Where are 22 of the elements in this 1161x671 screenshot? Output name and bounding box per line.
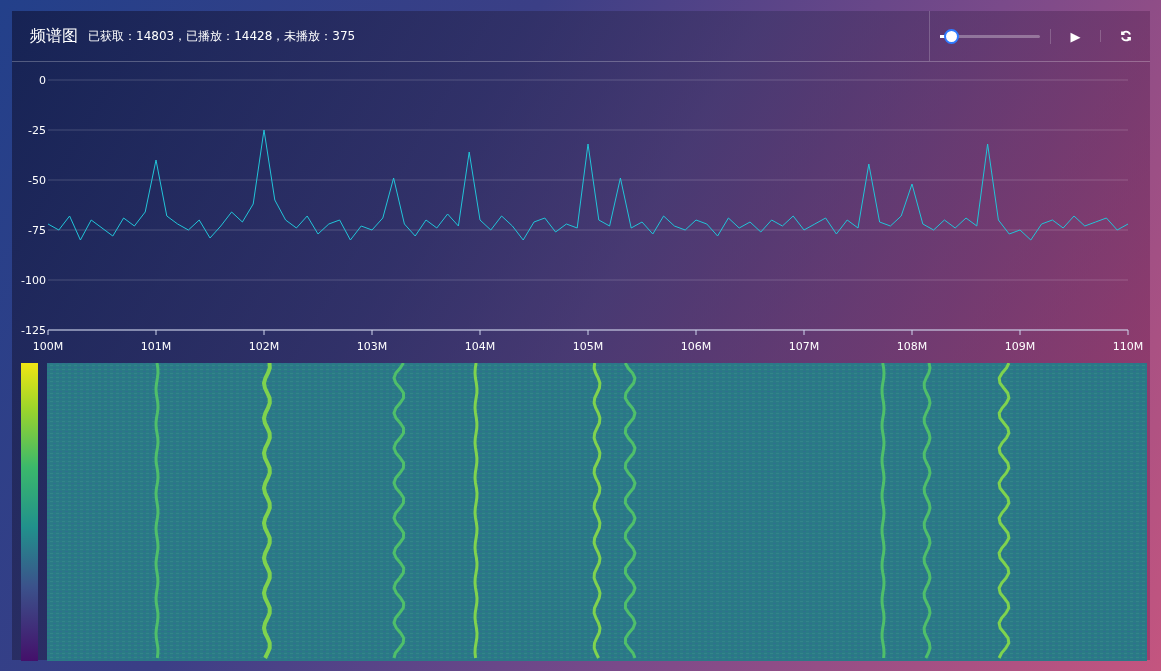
- y-tick-label: -25: [28, 124, 46, 137]
- playback-stats: 已获取：14803，已播放：14428，未播放：375: [88, 27, 356, 45]
- x-tick-label: 105M: [572, 340, 604, 353]
- x-tick-label: 109M: [1004, 340, 1036, 353]
- x-tick-label: 102M: [248, 340, 280, 353]
- panel-title: 频谱图: [30, 25, 78, 47]
- y-tick-label: 0: [39, 74, 46, 87]
- x-tick-label: 100M: [32, 340, 64, 353]
- x-tick-label: 107M: [788, 340, 820, 353]
- y-tick-label: -50: [28, 174, 46, 187]
- slider-thumb[interactable]: [944, 28, 959, 44]
- x-tick-label: 101M: [140, 340, 172, 353]
- x-tick-label: 104M: [464, 340, 496, 353]
- x-tick-label: 110M: [1112, 340, 1144, 353]
- x-tick-label: 103M: [356, 340, 388, 353]
- x-tick-label: 108M: [896, 340, 928, 353]
- x-tick-label: 106M: [680, 340, 712, 353]
- y-tick-label: -125: [21, 324, 46, 337]
- y-tick-label: -100: [21, 274, 46, 287]
- refresh-icon: [1119, 30, 1132, 42]
- play-button[interactable]: ▶: [1050, 28, 1100, 44]
- y-tick-label: -75: [28, 224, 46, 237]
